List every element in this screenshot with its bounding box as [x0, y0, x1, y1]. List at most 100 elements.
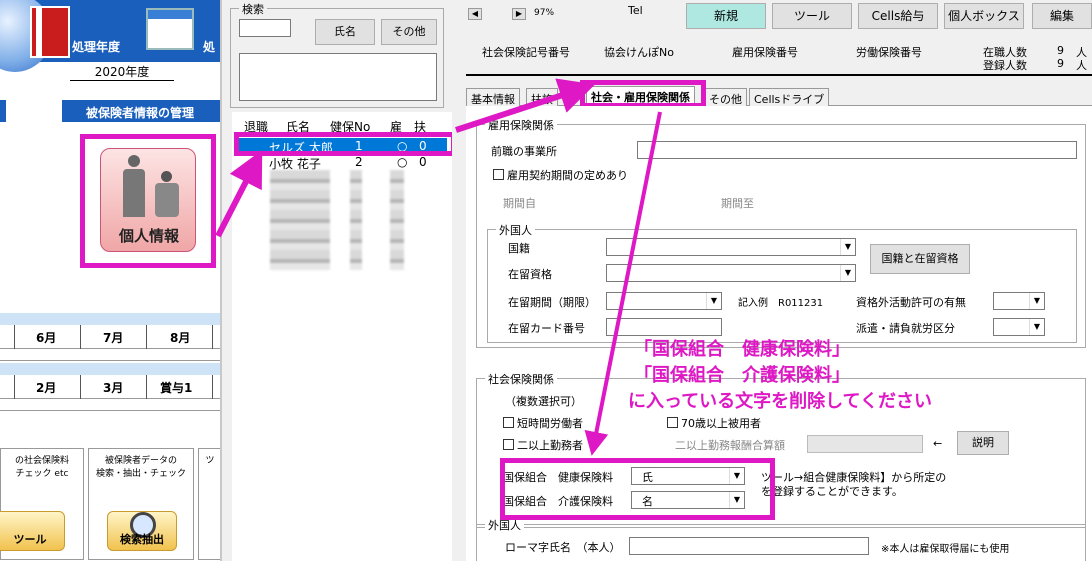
search-extract-box[interactable]: 被保険者データの 検索・抽出・チェック 検索抽出	[88, 448, 194, 560]
month-value-row	[0, 349, 220, 361]
employment-insurance-number-label: 雇用保険番号	[732, 46, 798, 59]
nationality-status-button[interactable]: 国籍と在留資格	[870, 244, 970, 274]
labor-insurance-number-label: 労働保険番号	[856, 46, 922, 59]
insured-management-header: 被保険者情報の管理	[62, 100, 220, 122]
search-group-title: 検索	[239, 1, 267, 17]
blurred-koyo	[390, 170, 404, 270]
tool-menu-box[interactable]: の社会保険料 チェック etc ツール	[0, 448, 84, 560]
calendar-icon[interactable]	[146, 8, 194, 50]
prev-employer-label: 前職の事業所	[491, 145, 557, 158]
fixed-term-checkbox[interactable]	[493, 169, 504, 180]
tool-button[interactable]: ツール	[0, 511, 65, 551]
month-bar	[0, 363, 220, 375]
desk-person-icon	[153, 171, 181, 217]
tab-content: 雇用保険関係 前職の事業所 雇用契約期間の定めあり 期間自 期間至 外国人 国籍…	[466, 106, 1092, 561]
tab-other[interactable]: その他	[704, 88, 747, 106]
kokuho-note-line2: を登録することができます。	[761, 485, 903, 498]
tab-basic-info[interactable]: 基本情報	[466, 88, 520, 106]
kokuho-fields-highlight	[500, 458, 775, 520]
instruction-line3: に入っている文字を削除してください	[628, 391, 933, 412]
employee-list[interactable]: 退職 氏名 健保No 雇 扶 セルズ 太郎 1 ○ 0 小牧 花子 2 ○ 0	[232, 112, 452, 561]
card-number-label: 在留カード番号	[508, 322, 585, 335]
employee-detail-panel: ◀ ▶ 97% Tel 新規 ツール Cells給与 個人ボックス 編集 社会保…	[452, 0, 1092, 561]
personal-box-button[interactable]: 個人ボックス	[944, 3, 1024, 29]
multi-office-calc-input[interactable]	[807, 435, 923, 453]
nav-next-button[interactable]: ▶	[512, 8, 526, 20]
tool-desc-line: 検索・抽出・チェック	[95, 469, 186, 479]
employee-row-highlight	[234, 132, 456, 156]
outside-activity-select[interactable]: ▼	[993, 292, 1045, 310]
search-group: 検索 氏名 その他	[230, 1, 444, 108]
registered-count-label: 登録人数	[983, 59, 1027, 72]
social-insurance-title: 社会保険関係	[485, 371, 557, 387]
employee-search-panel: 検索 氏名 その他 退職 氏名 健保No 雇 扶 セルズ 太郎 1 ○ 0 小牧…	[224, 0, 456, 561]
search-input[interactable]	[239, 19, 291, 37]
residence-status-label: 在留資格	[508, 268, 552, 281]
tool-desc-line: チェック etc	[15, 469, 69, 479]
dispatch-select[interactable]: ▼	[993, 318, 1045, 336]
employee-row[interactable]: 小牧 花子 2 ○ 0	[237, 154, 447, 171]
multi-select-hint: （複数選択可）	[505, 395, 582, 408]
nationality-select[interactable]: ▼	[606, 238, 856, 256]
multi-office-calc-label: 二以上勤務報酬合算額	[675, 439, 785, 452]
book-icon[interactable]	[30, 6, 70, 58]
residence-status-select[interactable]: ▼	[606, 264, 856, 282]
month-header-row: 2月 3月 賞与1	[0, 375, 220, 399]
blurred-names	[270, 170, 330, 270]
fiscal-year-label-cut: 処	[203, 40, 216, 54]
instruction-line1: 「国保組合 健康保険料」	[634, 339, 850, 360]
tool-top-button[interactable]: ツール	[772, 3, 852, 29]
personal-info-highlight: 個人情報	[80, 134, 216, 268]
instruction-line2: 「国保組合 介護保険料」	[634, 365, 850, 386]
blurred-numbers	[350, 170, 362, 270]
residence-period-select[interactable]: ▼	[606, 292, 722, 310]
nav-prev-button[interactable]: ◀	[468, 8, 482, 20]
over70-checkbox[interactable]	[667, 417, 678, 428]
foreigner-frame: 外国人 国籍 ▼ 在留資格 ▼ 国籍と在留資格 在留期間（期限） ▼ 記入例 R…	[487, 222, 1077, 343]
foreigner-social-frame: 外国人 ローマ字氏名 （本人） ※本人は雇保取得届にも使用	[476, 517, 1086, 561]
month-cell: 賞与1	[160, 381, 193, 395]
registered-count-value: 9	[1057, 57, 1064, 70]
name-search-button[interactable]: 氏名	[315, 19, 375, 45]
main-menu-panel: 処理年度 処 2020年度 被保険者情報の管理 個人情報 6月 7月 8月 2月…	[0, 0, 222, 561]
new-button[interactable]: 新規	[686, 3, 766, 29]
social-insurance-number-label: 社会保険記号番号	[482, 46, 570, 59]
active-tab-highlight	[580, 80, 706, 108]
tool-box-partial[interactable]: ツ	[198, 448, 220, 560]
standing-person-icon	[123, 155, 145, 217]
explain-button[interactable]: 説明	[957, 431, 1009, 455]
roman-name-note: ※本人は雇保取得届にも使用	[881, 544, 1010, 555]
card-number-input[interactable]	[606, 318, 722, 336]
month-cell: 7月	[103, 331, 124, 345]
search-extract-button[interactable]: 検索抽出	[107, 511, 177, 551]
employee-koyo: ○	[397, 155, 408, 169]
fiscal-year-value: 2020年度	[70, 63, 174, 81]
tool-desc-line: 被保険者データの	[104, 456, 177, 466]
search-result-box[interactable]	[239, 53, 437, 101]
other-search-button[interactable]: その他	[381, 19, 437, 45]
employee-no: 2	[355, 155, 363, 169]
foreigner-title: 外国人	[496, 222, 535, 238]
fiscal-year-label: 処理年度	[72, 40, 121, 54]
chevron-down-icon: ▼	[1029, 293, 1044, 309]
chevron-down-icon: ▼	[840, 265, 855, 281]
personal-info-label: 個人情報	[118, 227, 179, 245]
nationality-label: 国籍	[508, 242, 530, 255]
employment-insurance-title: 雇用保険関係	[485, 117, 557, 133]
residence-period-label: 在留期間（期限）	[508, 296, 596, 309]
search-extract-label: 検索抽出	[120, 533, 164, 546]
example-hint: 記入例 R011231	[738, 298, 824, 309]
employee-fuyo: 0	[419, 155, 427, 169]
tab-dependents[interactable]: 扶族	[526, 88, 558, 106]
edit-button[interactable]: 編集	[1032, 3, 1092, 29]
tool-button-label: ツール	[13, 533, 47, 546]
short-time-checkbox[interactable]	[503, 417, 514, 428]
roman-name-input[interactable]	[629, 537, 869, 555]
multi-office-checkbox[interactable]	[503, 439, 514, 450]
employment-insurance-frame: 雇用保険関係 前職の事業所 雇用契約期間の定めあり 期間自 期間至 外国人 国籍…	[476, 117, 1086, 348]
short-time-label: 短時間労働者	[517, 417, 583, 430]
cells-kyuyo-button[interactable]: Cells給与	[858, 3, 938, 29]
tab-cells-drive[interactable]: Cellsドライブ	[749, 88, 830, 106]
personal-info-button[interactable]: 個人情報	[100, 148, 196, 252]
prev-employer-input[interactable]	[637, 141, 1077, 159]
